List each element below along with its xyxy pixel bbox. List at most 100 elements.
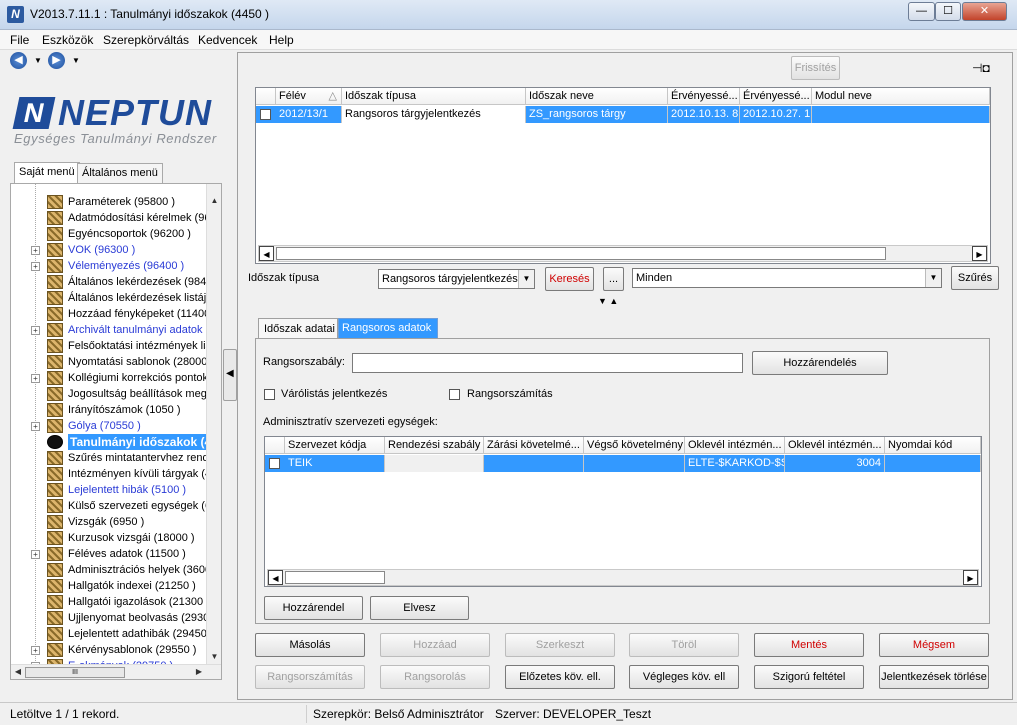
action-button[interactable]: Szigorú feltétel [754,665,864,689]
action-button[interactable]: Rangsorszámítás [255,665,365,689]
table-row[interactable]: TEIK ELTE-$KARKOD-$S 3004 [265,455,981,472]
minimize-button[interactable]: — [908,2,935,21]
tree-scroll-thumb[interactable]: III [25,667,125,678]
tree-item[interactable]: + Gólya (70550 ) [11,418,207,434]
tree-vertical-scrollbar[interactable]: ▲ ▼ [206,184,221,664]
tab-general-menu[interactable]: Általános menü [77,163,163,183]
menu-help[interactable]: Help [269,33,294,47]
action-button[interactable]: Előzetes köv. ell. [505,665,615,689]
tree-item[interactable]: Egyéncsoportok (96200 ) [11,226,207,242]
scope-dropdown[interactable]: Minden ▼ [632,268,942,288]
tab-period-data[interactable]: Időszak adatai [258,318,338,339]
scroll-right-icon[interactable]: ▶ [963,570,978,585]
action-button[interactable]: Másolás [255,633,365,657]
tree-item[interactable]: + Kérvénysablonok (29550 ) [11,642,207,658]
grid-header-valid-to[interactable]: Érvényessé... [740,88,812,105]
tree-horizontal-scrollbar[interactable]: ◀ III ▶ [11,664,221,679]
scroll-left-icon[interactable]: ◀ [268,570,283,585]
grid-header-period-type[interactable]: Időszak típusa [342,88,526,105]
scroll-left-icon[interactable]: ◀ [259,246,274,261]
grid-header-module-name[interactable]: Modul neve [812,88,990,105]
tree-item[interactable]: Irányítószámok (1050 ) [11,402,207,418]
expand-icon[interactable]: + [31,374,40,383]
refresh-button[interactable]: Frissítés [791,56,840,80]
chevron-down-icon[interactable]: ▼ [518,270,534,288]
tab-own-menu[interactable]: Saját menü [14,162,80,183]
tree-item[interactable]: Külső szervezeti egységek (6 [11,498,211,514]
tree-item[interactable]: Adminisztrációs helyek (3600 [11,562,211,578]
maximize-button[interactable]: ☐ [935,2,961,21]
admin-units-hscroll[interactable]: ◀ ▶ [267,569,979,586]
forward-arrow-icon[interactable]: ▶ [48,52,65,69]
menu-role-switch[interactable]: Szerepkörváltás [103,33,189,47]
add-unit-button[interactable]: Hozzárendel [264,596,363,620]
tree-item[interactable]: Lejelentett adathibák (29450 [11,626,207,642]
action-button[interactable]: Jelentkezések törlése [879,665,989,689]
ellipsis-button[interactable]: ... [603,267,624,291]
scroll-thumb[interactable] [276,247,886,260]
tree-item[interactable]: + Archivált tanulmányi adatok (2 [11,322,215,338]
tree-item[interactable]: Általános lekérdezések (9840 [11,274,212,290]
expand-icon[interactable]: + [31,422,40,431]
expand-icon[interactable]: + [31,262,40,271]
grid-header-closing-req[interactable]: Zárási követelmé... [484,437,584,454]
tree-item[interactable]: Hallgatók indexei (21250 ) [11,578,207,594]
row-checkbox[interactable] [260,109,271,120]
collapse-arrow-icon[interactable]: ◀ [226,368,234,379]
action-button[interactable]: Hozzáad [380,633,490,657]
menu-favorites[interactable]: Kedvencek [198,33,257,47]
remove-unit-button[interactable]: Elvesz [370,596,469,620]
panel-resize-arrows-icon[interactable]: ▼ ▲ [598,296,618,306]
tree-item[interactable]: Szűrés mintatantervhez rende [11,450,215,466]
expand-icon[interactable]: + [31,326,40,335]
grid-header-valid-from[interactable]: Érvényessé... [668,88,740,105]
scroll-right-icon[interactable]: ▶ [194,667,204,676]
menu-tools[interactable]: Eszközök [42,33,93,47]
grid-header-org-code[interactable]: Szervezet kódja [285,437,385,454]
scroll-thumb[interactable] [285,571,385,584]
grid-header-final-req[interactable]: Végső követelmény [584,437,685,454]
tree-item[interactable]: Általános lekérdezések listája [11,290,212,306]
search-button[interactable]: Keresés [545,267,594,291]
tree-item[interactable]: Adatmódosítási kérelmek (96 [11,210,210,226]
panel-splitter[interactable]: ◀ [223,349,237,401]
action-button[interactable]: Töröl [629,633,739,657]
scroll-down-icon[interactable]: ▼ [207,652,221,661]
waitlist-checkbox[interactable] [264,389,275,400]
action-button[interactable]: Rangsorolás [380,665,490,689]
tree-item[interactable]: Paraméterek (95800 ) [11,194,207,210]
tree-item[interactable]: + Kollégiumi korrekciós pontok ( [11,370,215,386]
filter-button[interactable]: Szűrés [951,266,999,290]
tree-item[interactable]: Hozzáad fényképeket (11400 [11,306,210,322]
periods-grid-hscroll[interactable]: ◀ ▶ [258,245,988,262]
tree-item[interactable]: + VOK (96300 ) [11,242,207,258]
action-button[interactable]: Mégsem [879,633,989,657]
tab-ranking-data[interactable]: Rangsoros adatok [338,318,438,339]
grid-header-semester[interactable]: Félév △ [276,88,342,105]
tree-item[interactable]: Tanulmányi időszakok (4 [11,434,214,450]
grid-header-sort-rule[interactable]: Rendezési szabály [385,437,484,454]
tree-item[interactable]: Kurzusok vizsgái (18000 ) [11,530,207,546]
expand-icon[interactable]: + [31,550,40,559]
action-button[interactable]: Végleges köv. ell [629,665,739,689]
period-type-dropdown[interactable]: Rangsoros tárgyjelentkezés ▼ [378,269,535,289]
scroll-left-icon[interactable]: ◀ [13,667,23,676]
tree-item[interactable]: + Véleményezés (96400 ) [11,258,207,274]
tree-item[interactable]: Vizsgák (6950 ) [11,514,207,530]
assign-button[interactable]: Hozzárendelés [752,351,888,375]
expand-icon[interactable]: + [31,246,40,255]
tree-item[interactable]: Intézményen kívüli tárgyak (4 [11,466,211,482]
table-row[interactable]: 2012/13/1 Rangsoros tárgyjelentkezés ZS_… [256,106,990,123]
back-arrow-icon[interactable]: ◀ [10,52,27,69]
scroll-up-icon[interactable]: ▲ [207,196,221,205]
forward-dropdown-icon[interactable]: ▼ [72,56,80,65]
tree-item[interactable]: + Féléves adatok (11500 ) [11,546,207,562]
close-button[interactable]: ✕ [962,2,1007,21]
grid-header-diploma-inst-2[interactable]: Oklevél intézmén... [785,437,885,454]
ranking-calc-checkbox[interactable] [449,389,460,400]
row-checkbox[interactable] [269,458,280,469]
action-button[interactable]: Szerkeszt [505,633,615,657]
pin-icon[interactable]: ⊣◘ [972,61,990,75]
grid-header-diploma-inst-1[interactable]: Oklevél intézmén... [685,437,785,454]
grid-header-print-code[interactable]: Nyomdai kód [885,437,981,454]
